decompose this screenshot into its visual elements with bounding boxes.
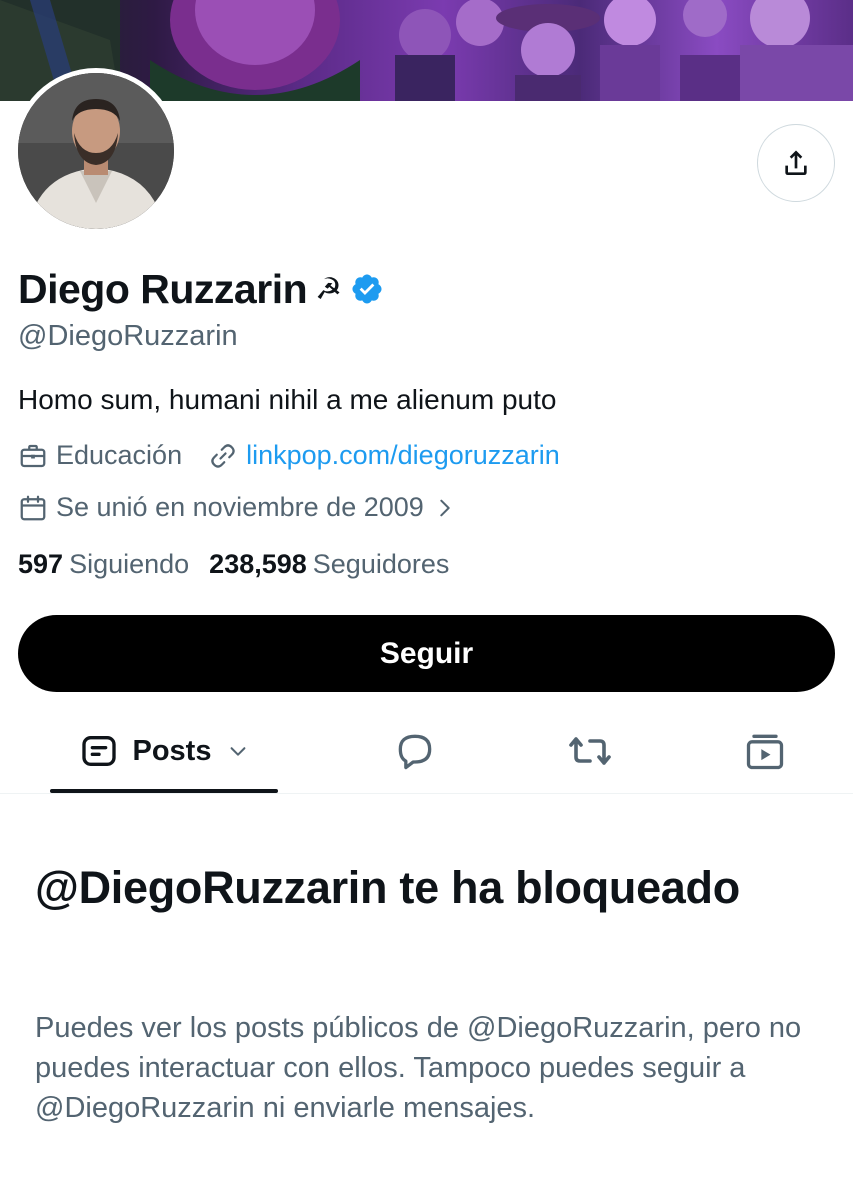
profile-website-link[interactable]: linkpop.com/diegoruzzarin <box>246 440 560 471</box>
avatar-photo <box>18 73 174 229</box>
following-label: Siguiendo <box>69 549 190 579</box>
followers-count: 238,598 <box>209 549 307 579</box>
profile-avatar[interactable] <box>13 68 179 234</box>
tab-reposts[interactable] <box>545 708 635 794</box>
joined-row[interactable]: Se unió en noviembre de 2009 <box>18 492 456 523</box>
briefcase-icon <box>20 444 46 467</box>
media-icon <box>746 734 784 770</box>
profile-tabs: Posts <box>0 708 853 794</box>
tab-media[interactable] <box>720 708 810 794</box>
follow-stats: 597 Siguiendo 238,598 Seguidores <box>18 549 449 580</box>
display-name: Diego Ruzzarin <box>18 265 308 312</box>
tab-posts-label: Posts <box>132 734 212 767</box>
profile-meta-row: Educación linkpop.com/diegoruzzarin <box>18 440 560 471</box>
profile-bio: Homo sum, humani nihil a me alienum puto <box>18 384 557 415</box>
share-icon <box>785 150 807 175</box>
tab-replies[interactable] <box>370 708 460 794</box>
profile-category: Educación <box>56 440 183 470</box>
following-stat[interactable]: 597 Siguiendo <box>18 549 189 580</box>
chevron-down-icon <box>231 747 246 756</box>
verified-badge-icon[interactable] <box>350 272 384 306</box>
profile-handle: @DiegoRuzzarin <box>18 320 238 352</box>
display-name-row: Diego Ruzzarin ☭ <box>18 263 384 315</box>
follow-button[interactable]: Seguir <box>18 615 835 692</box>
blocked-notice-description: Puedes ver los posts públicos de @DiegoR… <box>35 1012 802 1124</box>
posts-icon <box>81 736 116 766</box>
following-count: 597 <box>18 549 64 579</box>
tab-posts[interactable]: Posts <box>50 708 278 794</box>
share-button[interactable] <box>757 124 835 202</box>
active-tab-indicator <box>50 789 278 793</box>
reply-icon <box>398 734 432 770</box>
calendar-icon <box>20 495 46 520</box>
followers-stat[interactable]: 238,598 Seguidores <box>209 549 449 580</box>
retweet-icon <box>569 737 611 765</box>
name-emoji: ☭ <box>315 271 343 307</box>
chevron-right-icon <box>440 499 450 516</box>
profile-joined-date: Se unió en noviembre de 2009 <box>56 492 424 522</box>
blocked-notice-title: @DiegoRuzzarin te ha bloqueado <box>35 862 740 913</box>
followers-label: Seguidores <box>312 549 450 579</box>
profile-page: Diego Ruzzarin ☭ @DiegoRuzzarin Homo sum… <box>0 0 853 1200</box>
link-icon <box>211 443 235 468</box>
